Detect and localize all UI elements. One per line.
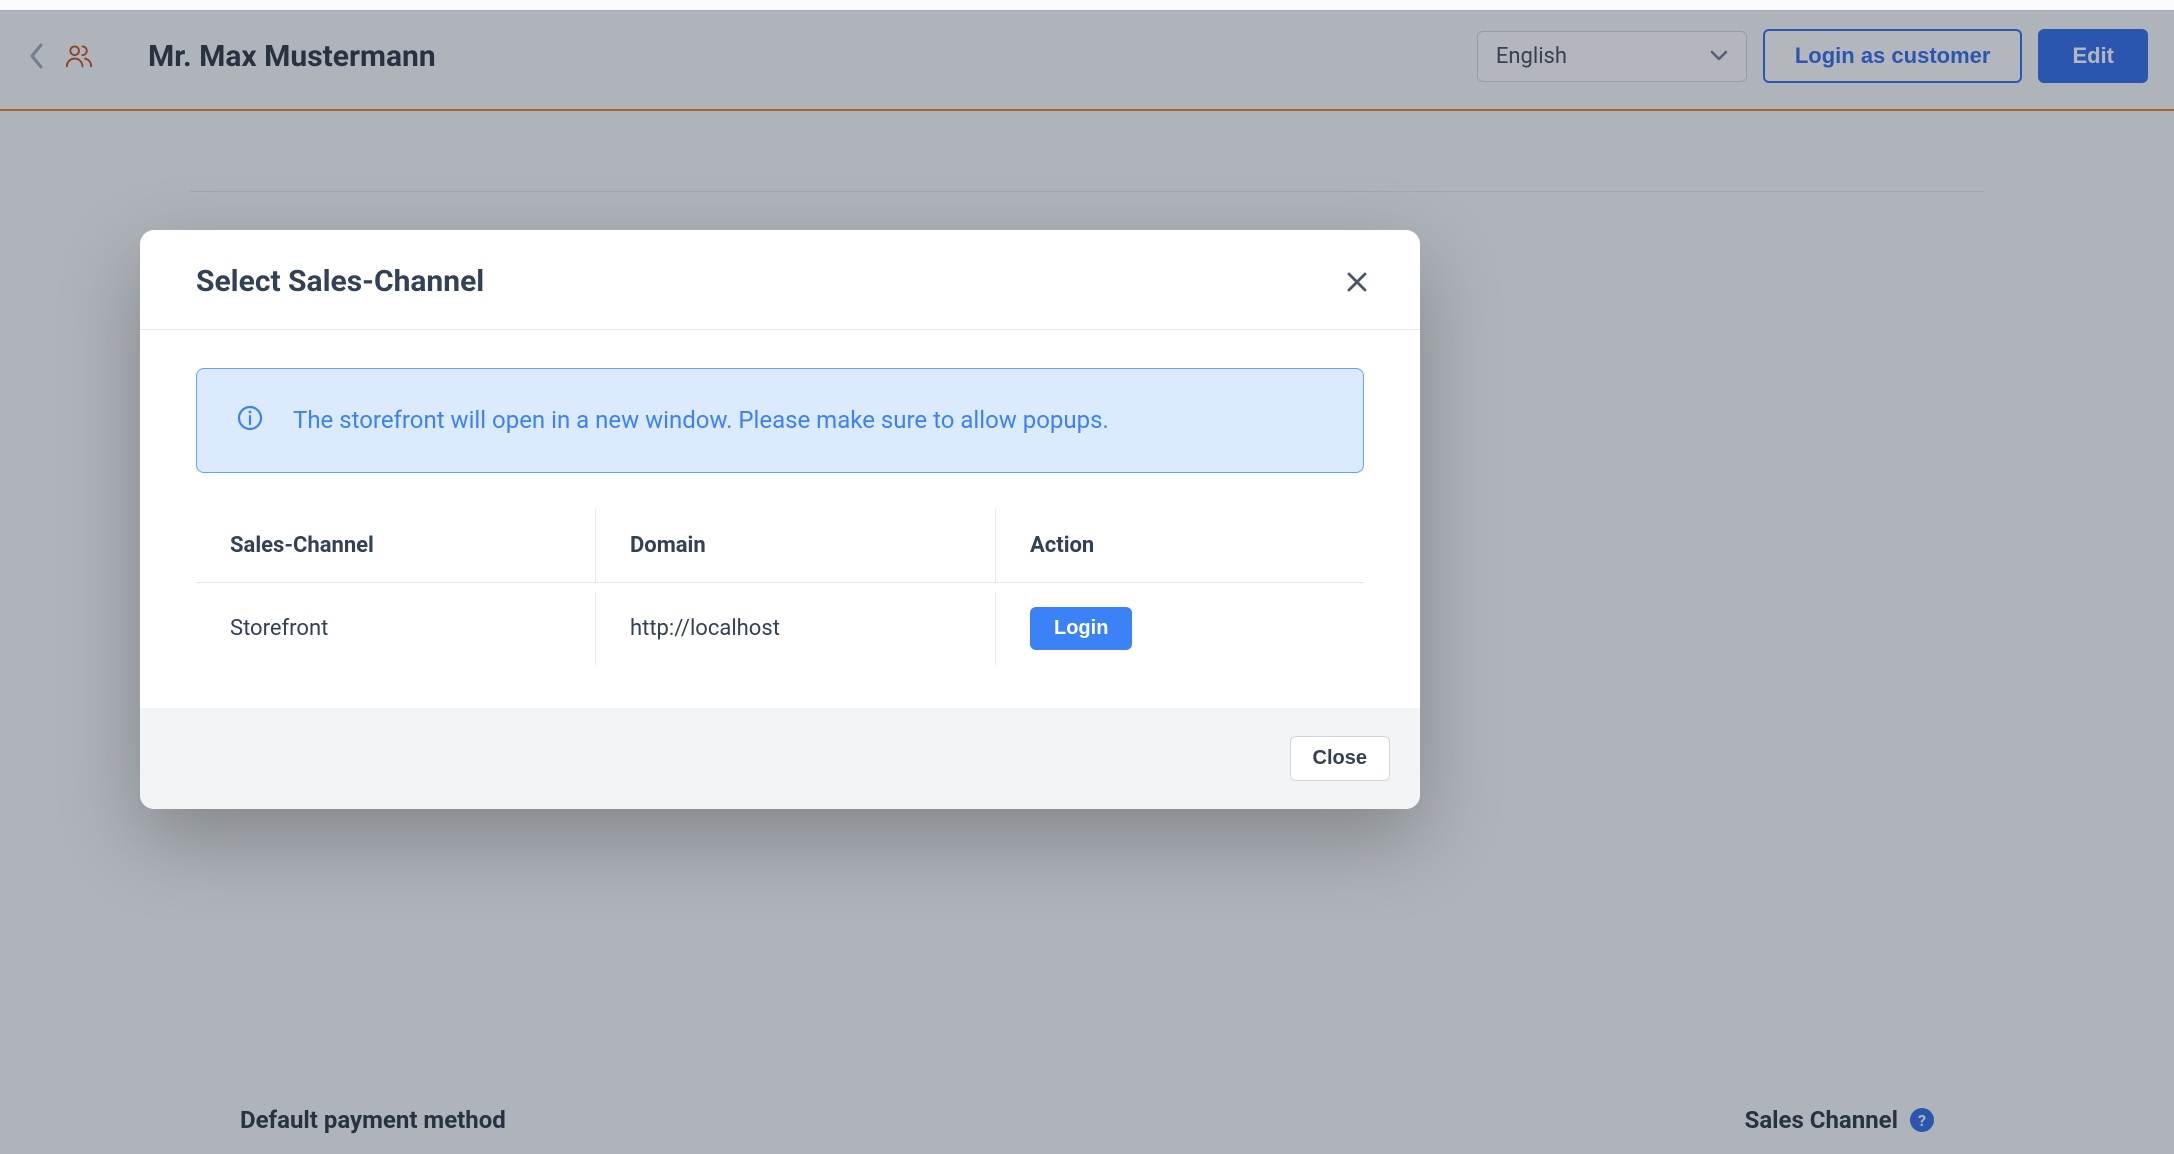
select-sales-channel-modal: Select Sales-Channel The storefront will… bbox=[140, 230, 1420, 809]
col-domain: Domain bbox=[596, 509, 996, 582]
modal-title: Select Sales-Channel bbox=[196, 264, 484, 299]
login-button[interactable]: Login bbox=[1030, 607, 1132, 650]
info-alert: The storefront will open in a new window… bbox=[196, 368, 1364, 473]
info-icon bbox=[237, 405, 265, 433]
col-sales-channel: Sales-Channel bbox=[196, 509, 596, 582]
info-alert-text: The storefront will open in a new window… bbox=[293, 403, 1109, 438]
modal-overlay: Select Sales-Channel The storefront will… bbox=[0, 10, 2174, 1154]
cell-sales-channel: Storefront bbox=[196, 592, 596, 665]
cell-domain: http://localhost bbox=[596, 592, 996, 665]
close-icon[interactable] bbox=[1342, 267, 1372, 297]
table-row: Storefront http://localhost Login bbox=[196, 583, 1364, 674]
col-action: Action bbox=[996, 509, 1364, 582]
sales-channel-table: Sales-Channel Domain Action Storefront h… bbox=[196, 509, 1364, 674]
close-button[interactable]: Close bbox=[1290, 736, 1390, 781]
